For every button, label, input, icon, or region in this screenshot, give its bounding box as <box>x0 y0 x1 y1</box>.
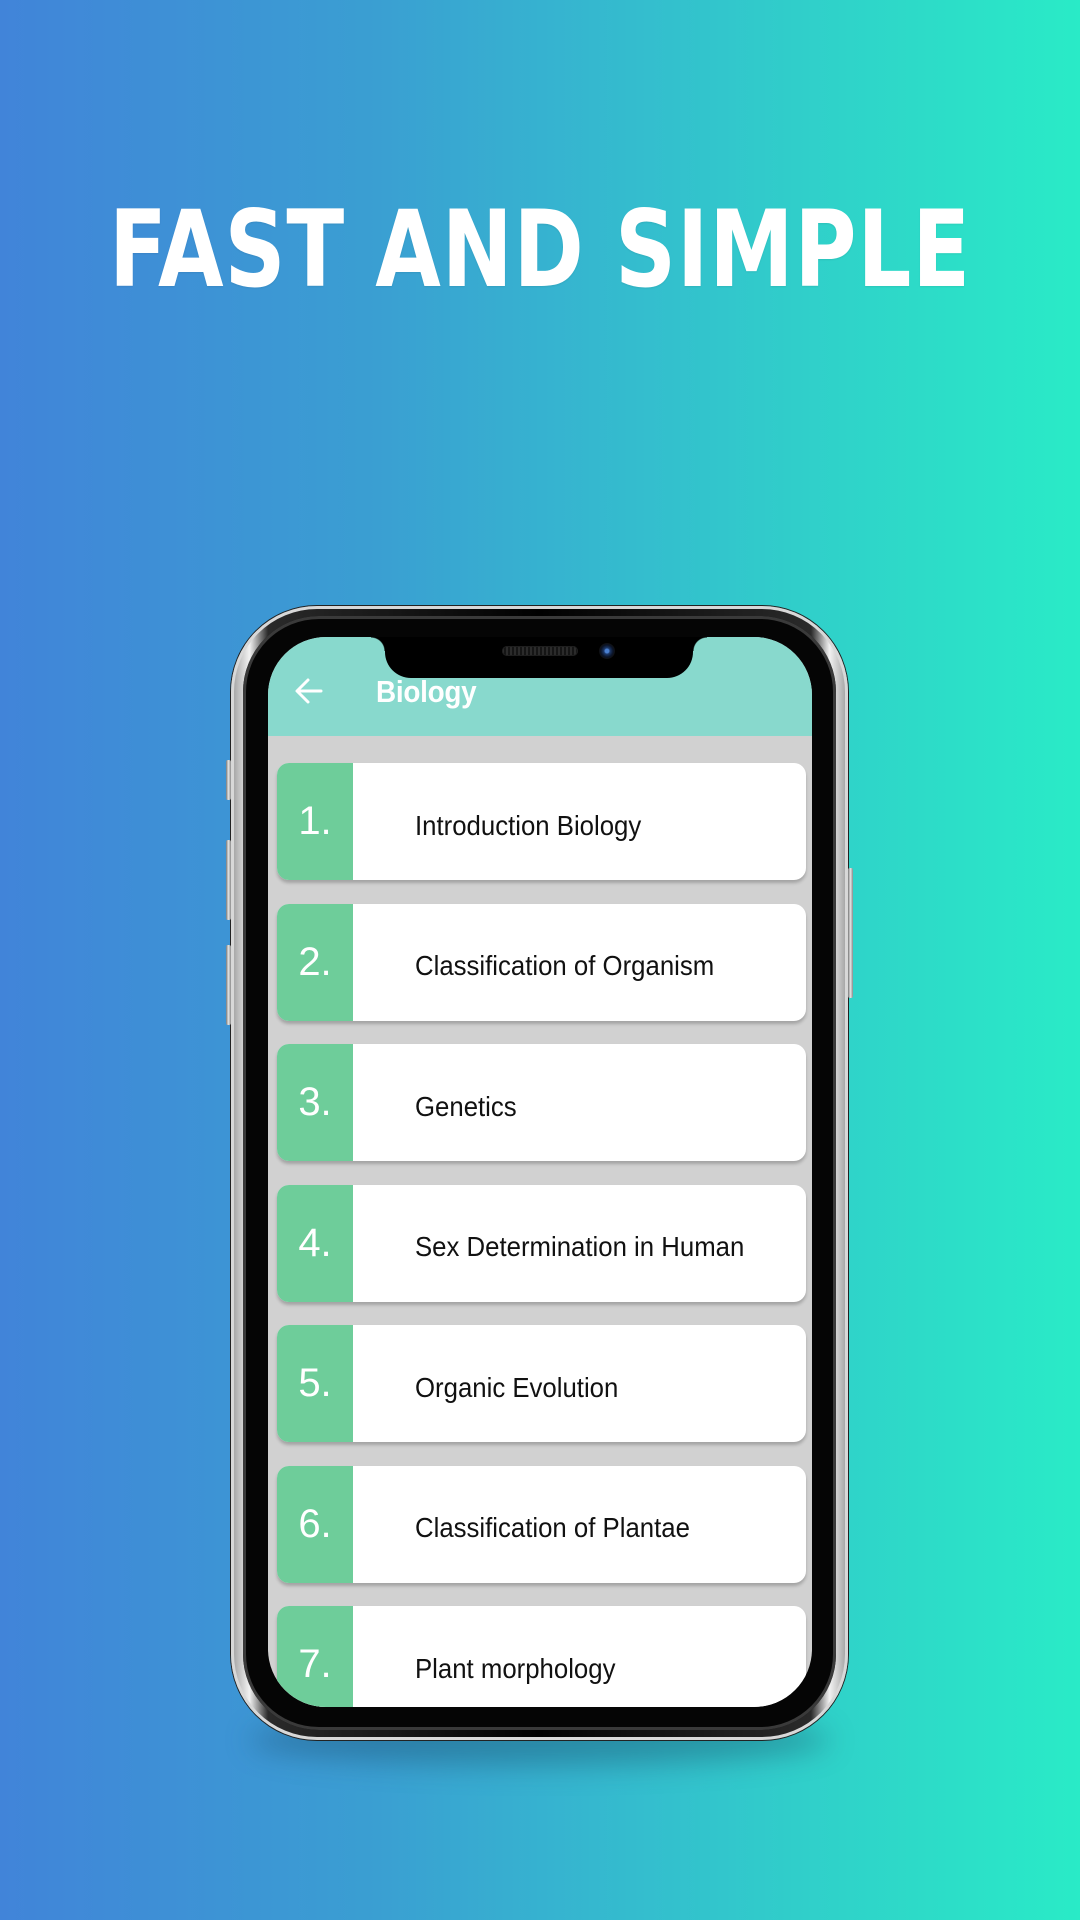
promo-headline: FAST AND SIMPLE <box>109 188 971 311</box>
chapter-number: 4. <box>277 1184 353 1302</box>
chapter-item[interactable]: 7. Plant morphology <box>277 1606 806 1707</box>
volume-down-button <box>226 945 231 1025</box>
chapter-title: Classification of Organism <box>415 950 715 981</box>
mute-switch <box>226 760 231 800</box>
camera-icon <box>599 643 615 659</box>
power-button <box>848 868 853 998</box>
chapter-title: Genetics <box>415 1090 517 1122</box>
chapter-number: 7. <box>277 1606 353 1707</box>
chapter-title: Classification of Plantae <box>415 1512 690 1543</box>
chapter-number: 6. <box>277 1465 353 1583</box>
chapter-item[interactable]: 3. Genetics <box>277 1044 806 1161</box>
page-title: Biology <box>376 674 477 709</box>
notch <box>371 637 707 678</box>
volume-up-button <box>226 840 231 920</box>
chapter-number: 3. <box>277 1044 353 1161</box>
chapter-number: 5. <box>277 1325 353 1442</box>
chapter-item[interactable]: 1. Introduction Biology <box>277 763 806 880</box>
chapter-title: Introduction Biology <box>415 809 642 841</box>
phone-screen: Biology 1. Introduction Biology 2. Class… <box>268 637 812 1707</box>
chapter-title: Plant morphology <box>415 1652 616 1684</box>
chapter-item[interactable]: 5. Organic Evolution <box>277 1325 806 1442</box>
chapter-title: Sex Determination in Human <box>415 1231 745 1262</box>
arrow-left-icon[interactable] <box>294 677 324 705</box>
chapter-number: 2. <box>277 903 353 1021</box>
chapter-item[interactable]: 6. Classification of Plantae <box>277 1465 806 1583</box>
chapter-number: 1. <box>277 763 353 880</box>
chapter-title: Organic Evolution <box>415 1371 619 1403</box>
speaker-grille <box>502 646 578 656</box>
chapter-item[interactable]: 4. Sex Determination in Human <box>277 1184 806 1302</box>
chapter-item[interactable]: 2. Classification of Organism <box>277 903 806 1021</box>
